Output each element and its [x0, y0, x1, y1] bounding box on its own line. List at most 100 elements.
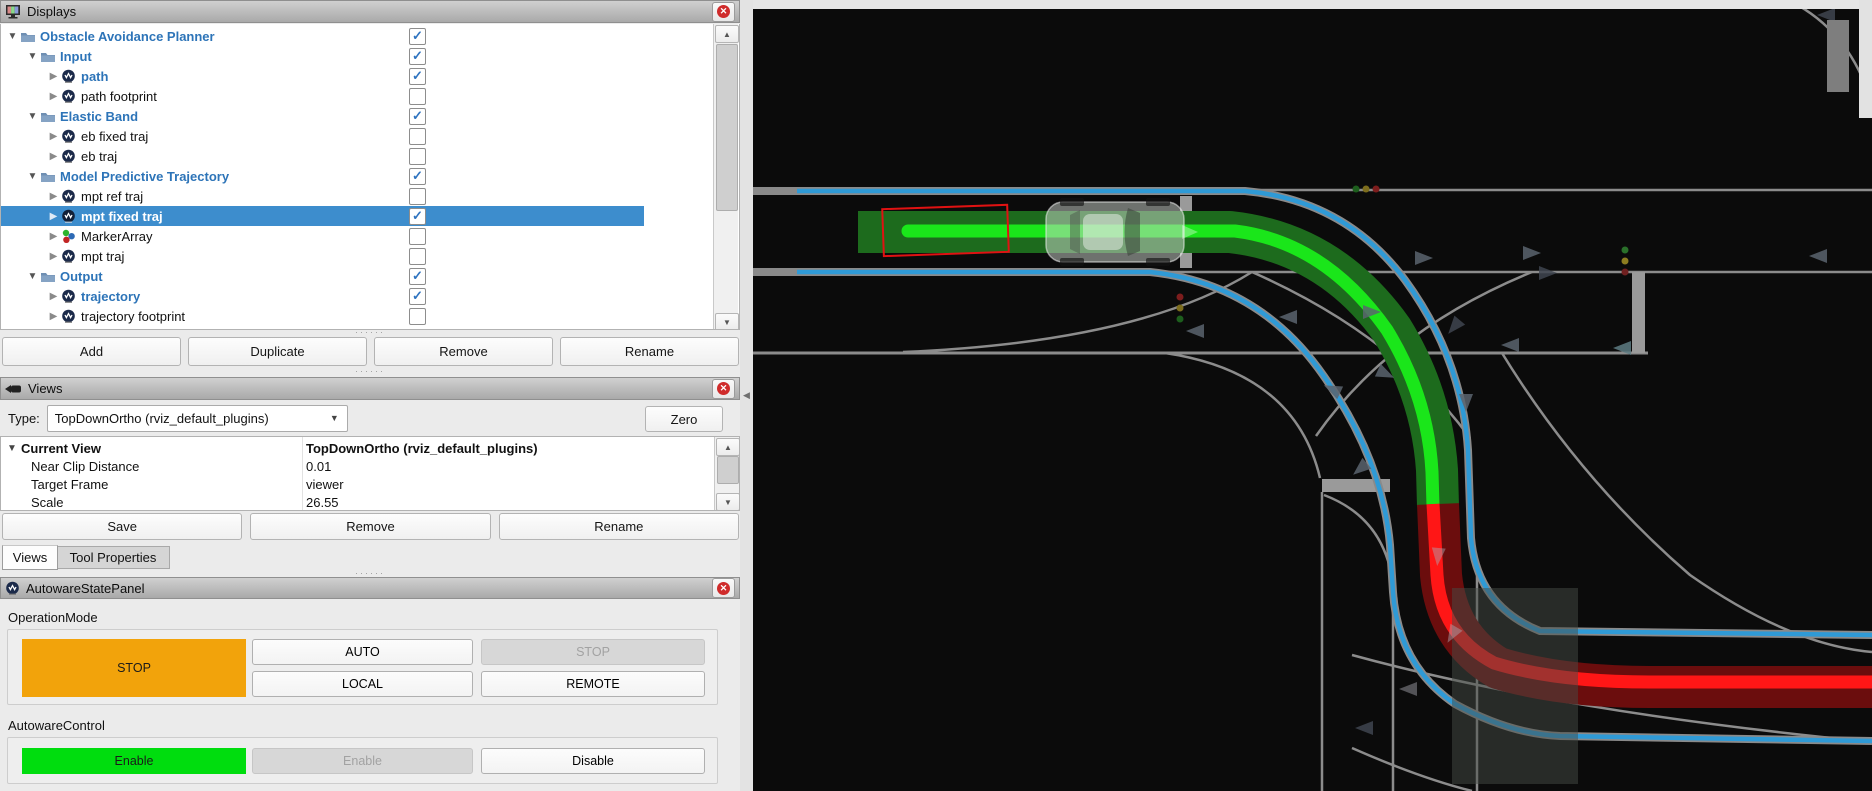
display-checkbox[interactable]	[409, 288, 426, 305]
folder-icon	[40, 269, 57, 284]
chevron-down-icon[interactable]: ▼	[27, 271, 38, 282]
tree-row[interactable]: ▶mpt traj	[1, 246, 644, 266]
display-checkbox[interactable]	[409, 128, 426, 145]
displays-tree[interactable]: ▼Obstacle Avoidance Planner ▼Input ▶path…	[0, 24, 740, 330]
autoware-display-icon	[61, 249, 78, 264]
displays-close-button[interactable]: ✕	[712, 2, 735, 22]
display-checkbox[interactable]	[409, 228, 426, 245]
tree-row[interactable]: ▶MarkerArray	[1, 226, 644, 246]
autoware-display-icon	[61, 209, 78, 224]
save-button[interactable]: Save	[2, 513, 242, 540]
autoware-panel-header[interactable]: AutowareStatePanel ✕	[0, 577, 740, 599]
splitter-handle[interactable]: ······	[0, 329, 740, 335]
property-row[interactable]: Near Clip Distance 0.01	[1, 457, 713, 475]
splitter-handle[interactable]: ······	[0, 570, 740, 576]
current-view-table[interactable]: ▼ Current View TopDownOrtho (rviz_defaul…	[0, 436, 740, 511]
operation-mode-label: OperationMode	[8, 610, 98, 625]
rviz-3d-viewport[interactable]	[753, 0, 1872, 791]
chevron-down-icon[interactable]: ▼	[27, 171, 38, 182]
chevron-right-icon[interactable]: ▶	[48, 131, 59, 142]
property-row[interactable]: ▼ Current View TopDownOrtho (rviz_defaul…	[1, 439, 713, 457]
display-checkbox[interactable]	[409, 148, 426, 165]
arrow-up-icon[interactable]: ▲	[716, 438, 740, 456]
chevron-down-icon[interactable]: ▼	[27, 111, 38, 122]
chevron-right-icon[interactable]: ▶	[48, 251, 59, 262]
chevron-right-icon[interactable]: ▶	[48, 291, 59, 302]
display-checkbox[interactable]	[409, 48, 426, 65]
camera-icon	[5, 383, 22, 395]
scrollbar-thumb[interactable]	[717, 456, 739, 484]
tree-row[interactable]: ▼Obstacle Avoidance Planner	[1, 26, 603, 46]
table-scrollbar[interactable]: ▲ ▼	[714, 437, 739, 510]
tree-row[interactable]: ▼Elastic Band	[1, 106, 623, 126]
chevron-right-icon[interactable]: ▶	[48, 91, 59, 102]
tree-row[interactable]: ▼Input	[1, 46, 623, 66]
chevron-right-icon[interactable]: ▶	[48, 71, 59, 82]
display-checkbox[interactable]	[409, 108, 426, 125]
chevron-right-icon[interactable]: ▶	[48, 311, 59, 322]
enable-button[interactable]: Enable	[252, 748, 473, 774]
disable-button[interactable]: Disable	[481, 748, 705, 774]
panel-splitter[interactable]: ◀	[740, 0, 753, 791]
chevron-right-icon[interactable]: ▶	[48, 151, 59, 162]
add-button[interactable]: Add	[2, 337, 181, 366]
zero-button[interactable]: Zero	[645, 406, 723, 432]
tree-row[interactable]: ▶eb traj	[1, 146, 644, 166]
chevron-down-icon[interactable]: ▼	[7, 443, 17, 454]
rename-button[interactable]: Rename	[560, 337, 739, 366]
display-checkbox[interactable]	[409, 168, 426, 185]
autoware-close-button[interactable]: ✕	[712, 578, 735, 598]
chevron-right-icon[interactable]: ▶	[48, 211, 59, 222]
tree-row[interactable]: ▶trajectory	[1, 286, 644, 306]
views-button-row: Save Remove Rename	[2, 513, 739, 540]
duplicate-button[interactable]: Duplicate	[188, 337, 367, 366]
display-checkbox[interactable]	[409, 308, 426, 325]
local-button[interactable]: LOCAL	[252, 671, 473, 697]
chevron-down-icon[interactable]: ▼	[7, 31, 18, 42]
tree-scrollbar[interactable]: ▲ ▼	[713, 24, 738, 330]
views-panel-header[interactable]: Views ✕	[0, 377, 740, 400]
arrow-down-icon[interactable]: ▼	[715, 313, 739, 330]
display-checkbox[interactable]	[409, 68, 426, 85]
display-checkbox[interactable]	[409, 28, 426, 45]
tab-tool-properties[interactable]: Tool Properties	[56, 546, 170, 569]
chevron-right-icon[interactable]: ▶	[48, 191, 59, 202]
autoware-panel-title: AutowareStatePanel	[26, 581, 145, 596]
tree-row[interactable]: ▶path footprint	[1, 86, 644, 106]
view-type-select[interactable]: TopDownOrtho (rviz_default_plugins) ▼	[47, 405, 348, 432]
tree-row[interactable]: ▶mpt ref traj	[1, 186, 644, 206]
tree-row-selected[interactable]: ▶mpt fixed traj	[1, 206, 644, 226]
tree-row[interactable]: ▼Model Predictive Trajectory	[1, 166, 623, 186]
rename-view-button[interactable]: Rename	[499, 513, 739, 540]
scrollbar-thumb[interactable]	[716, 44, 738, 211]
tree-row[interactable]: ▶eb fixed traj	[1, 126, 644, 146]
display-checkbox[interactable]	[409, 248, 426, 265]
display-checkbox[interactable]	[409, 268, 426, 285]
operation-mode-status: STOP	[22, 639, 246, 697]
tab-views[interactable]: Views	[2, 545, 58, 570]
autoware-badge-icon	[5, 581, 20, 596]
autoware-display-icon	[61, 149, 78, 164]
tree-row[interactable]: ▶path	[1, 66, 644, 86]
operation-mode-group: STOP AUTO STOP LOCAL REMOTE	[7, 629, 718, 705]
tree-row[interactable]: ▶trajectory footprint	[1, 306, 644, 326]
arrow-down-icon[interactable]: ▼	[716, 493, 740, 511]
property-row[interactable]: Scale 26.55	[1, 493, 713, 511]
arrow-up-icon[interactable]: ▲	[715, 25, 739, 43]
remove-button[interactable]: Remove	[374, 337, 553, 366]
displays-panel-header[interactable]: Displays ✕	[0, 0, 740, 23]
chevron-down-icon[interactable]: ▼	[27, 51, 38, 62]
remote-button[interactable]: REMOTE	[481, 671, 705, 697]
auto-button[interactable]: AUTO	[252, 639, 473, 665]
view-type-row: Type: TopDownOrtho (rviz_default_plugins…	[8, 405, 348, 431]
remove-view-button[interactable]: Remove	[250, 513, 490, 540]
display-checkbox[interactable]	[409, 88, 426, 105]
display-checkbox[interactable]	[409, 188, 426, 205]
views-close-button[interactable]: ✕	[712, 379, 735, 399]
display-checkbox[interactable]	[409, 208, 426, 225]
tree-row[interactable]: ▼Output	[1, 266, 623, 286]
stop-button[interactable]: STOP	[481, 639, 705, 665]
splitter-handle[interactable]: ······	[0, 368, 740, 374]
chevron-right-icon[interactable]: ▶	[48, 231, 59, 242]
property-row[interactable]: Target Frame viewer	[1, 475, 713, 493]
